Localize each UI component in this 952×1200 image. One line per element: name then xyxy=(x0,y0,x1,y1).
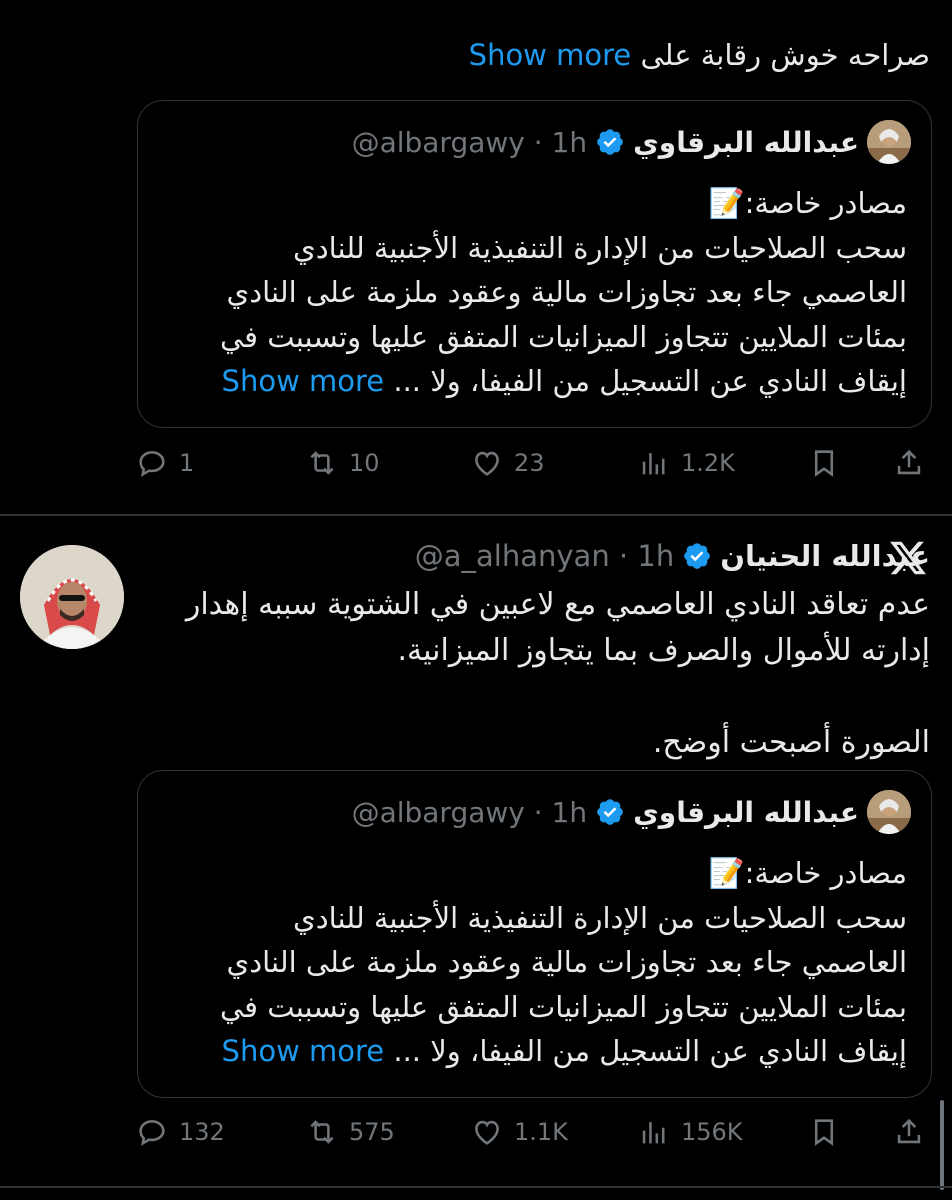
tweet-actions: 1 10 23 1.2K xyxy=(135,446,925,486)
views-button[interactable]: 156K xyxy=(637,1115,743,1149)
views-icon xyxy=(642,453,665,475)
author-handle[interactable]: @albargawy · 1h xyxy=(352,796,588,829)
reply-icon xyxy=(139,1120,165,1146)
views-count: 1.2K xyxy=(681,449,735,477)
like-button[interactable]: 23 xyxy=(470,446,545,480)
heart-icon xyxy=(475,451,499,476)
verified-icon xyxy=(684,543,711,569)
author-name[interactable]: عبدالله البرقاوي xyxy=(633,126,859,159)
share-button[interactable] xyxy=(892,1115,926,1149)
views-button[interactable]: 1.2K xyxy=(637,446,735,480)
repost-count: 575 xyxy=(349,1118,395,1146)
quoted-tweet-text: مصادر خاصة:📝 سحب الصلاحيات من الإدارة ال… xyxy=(219,856,907,1068)
avatar[interactable] xyxy=(20,545,124,649)
author-name[interactable]: عبدالله الحنيان xyxy=(720,539,930,573)
quoted-tweet-header: عبدالله البرقاوي @albargawy · 1h xyxy=(352,790,911,834)
verified-icon xyxy=(597,129,623,155)
repost-count: 10 xyxy=(349,449,380,477)
tweet-text: عدم تعاقد النادي العاصمي مع لاعبين في ال… xyxy=(185,587,930,760)
share-icon xyxy=(897,449,921,475)
quoted-tweet-card[interactable]: عبدالله البرقاوي @albargawy · 1h مصادر خ… xyxy=(137,100,932,428)
views-icon xyxy=(642,1122,665,1144)
show-more-link[interactable]: Show more xyxy=(222,1034,385,1068)
like-button[interactable]: 1.1K xyxy=(470,1115,568,1149)
like-count: 23 xyxy=(514,449,545,477)
reply-count: 1 xyxy=(179,449,195,477)
tweet-text-top: صراحه خوش رقابة على Show more xyxy=(469,38,930,72)
repost-button[interactable]: 10 xyxy=(305,446,380,480)
tweet-actions: 132 575 1.1K 156K xyxy=(135,1115,925,1155)
avatar[interactable] xyxy=(867,120,911,164)
bookmark-button[interactable] xyxy=(807,446,841,480)
share-icon xyxy=(897,1118,921,1144)
author-handle[interactable]: @a_alhanyan · 1h xyxy=(415,539,674,573)
reply-button[interactable]: 132 xyxy=(135,1115,225,1149)
quoted-tweet-card[interactable]: عبدالله البرقاوي @albargawy · 1h مصادر خ… xyxy=(137,770,932,1098)
repost-icon xyxy=(310,451,334,475)
quoted-tweet-header: عبدالله البرقاوي @albargawy · 1h xyxy=(352,120,911,164)
divider xyxy=(0,514,952,516)
share-button[interactable] xyxy=(892,446,926,480)
reply-button[interactable]: 1 xyxy=(135,446,194,480)
show-more-link[interactable]: Show more xyxy=(222,364,385,398)
bookmark-icon xyxy=(814,1119,834,1146)
memo-emoji: 📝 xyxy=(708,856,745,890)
tweet-text: صراحه خوش رقابة على xyxy=(631,38,930,72)
reply-count: 132 xyxy=(179,1118,225,1146)
repost-icon xyxy=(310,1120,334,1144)
memo-emoji: 📝 xyxy=(708,186,745,220)
bookmark-icon xyxy=(814,450,834,477)
avatar[interactable] xyxy=(867,790,911,834)
bookmark-button[interactable] xyxy=(807,1115,841,1149)
verified-icon xyxy=(597,799,623,825)
author-name[interactable]: عبدالله البرقاوي xyxy=(633,796,859,829)
like-count: 1.1K xyxy=(514,1118,568,1146)
scrollbar[interactable] xyxy=(940,1100,944,1190)
show-more-link[interactable]: Show more xyxy=(469,38,632,72)
heart-icon xyxy=(475,1120,499,1145)
author-handle[interactable]: @albargawy · 1h xyxy=(352,126,588,159)
quoted-tweet-text: مصادر خاصة:📝 سحب الصلاحيات من الإدارة ال… xyxy=(219,186,907,398)
divider xyxy=(0,1186,952,1188)
tweet-header: عبدالله الحنيان @a_alhanyan · 1h xyxy=(415,536,930,576)
repost-button[interactable]: 575 xyxy=(305,1115,395,1149)
views-count: 156K xyxy=(681,1118,743,1146)
reply-icon xyxy=(139,451,165,477)
